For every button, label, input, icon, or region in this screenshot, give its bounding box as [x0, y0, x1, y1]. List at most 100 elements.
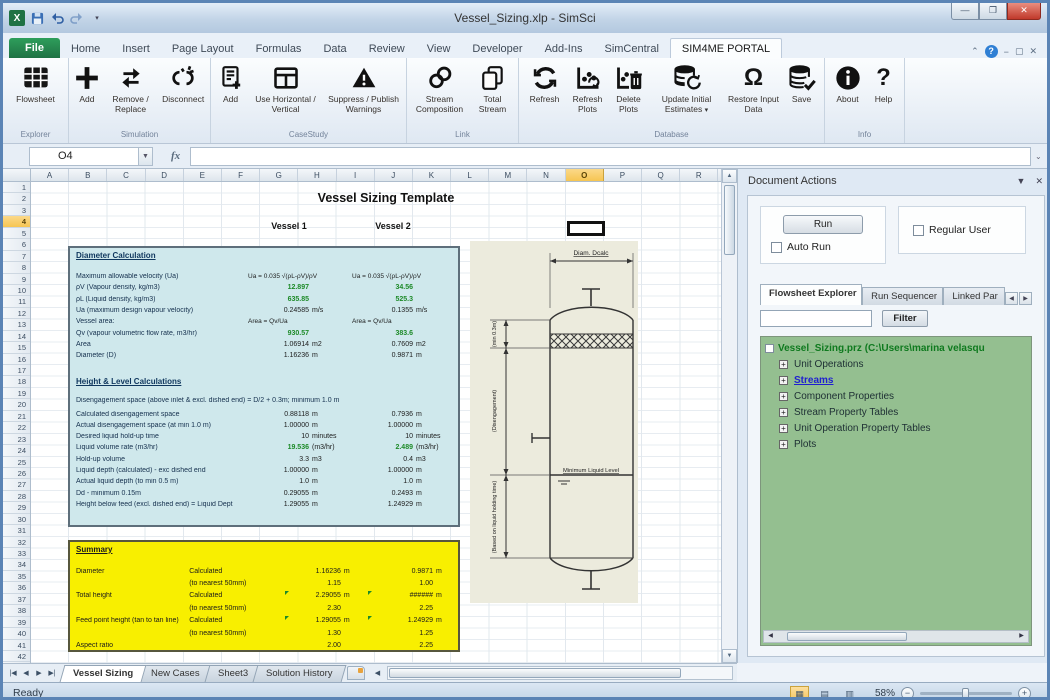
row-header-4[interactable]: 4	[3, 216, 30, 227]
flowsheet-button[interactable]: Flowsheet	[7, 61, 65, 106]
formula-input[interactable]	[190, 147, 1031, 166]
row-header-40[interactable]: 40	[3, 628, 30, 639]
fx-icon[interactable]: fx	[153, 150, 190, 162]
ribbon-tab-review[interactable]: Review	[358, 39, 416, 58]
pane-tab-run-sequencer[interactable]: Run Sequencer	[862, 287, 943, 305]
delete-plots-button[interactable]: Delete Plots	[609, 61, 649, 115]
prev-sheet-icon[interactable]: ◀	[20, 669, 32, 677]
tab-scroll-divider-icon[interactable]: ◀	[371, 669, 383, 677]
row-header-26[interactable]: 26	[3, 468, 30, 479]
column-header-J[interactable]: J	[375, 169, 413, 181]
name-box[interactable]: O4	[29, 147, 139, 166]
column-header-K[interactable]: K	[413, 169, 451, 181]
scroll-up-icon[interactable]: ▲	[722, 169, 737, 183]
add-simulation-button[interactable]: Add	[69, 61, 105, 106]
page-layout-view-icon[interactable]: ▤	[815, 686, 834, 700]
stream-composition-button[interactable]: Stream Composition	[410, 61, 470, 115]
row-header-36[interactable]: 36	[3, 582, 30, 593]
horizontal-scrollbar[interactable]	[387, 666, 733, 680]
expand-plus-icon[interactable]: +	[779, 424, 788, 433]
refresh-button[interactable]: Refresh	[523, 61, 567, 106]
column-header-H[interactable]: H	[298, 169, 336, 181]
column-header-I[interactable]: I	[337, 169, 375, 181]
pane-dropdown-icon[interactable]: ▼	[1017, 176, 1026, 187]
row-header-24[interactable]: 24	[3, 445, 30, 456]
row-header-39[interactable]: 39	[3, 617, 30, 628]
row-header-16[interactable]: 16	[3, 354, 30, 365]
excel-app-icon[interactable]: X	[9, 10, 25, 26]
filter-button[interactable]: Filter	[882, 310, 928, 327]
minimize-button[interactable]: —	[951, 3, 979, 20]
page-break-view-icon[interactable]: ▥	[840, 686, 859, 700]
row-header-21[interactable]: 21	[3, 411, 30, 422]
row-header-8[interactable]: 8	[3, 262, 30, 273]
row-header-5[interactable]: 5	[3, 228, 30, 239]
refresh-plots-button[interactable]: Refresh Plots	[567, 61, 609, 115]
ribbon-tab-developer[interactable]: Developer	[461, 39, 533, 58]
ribbon-tab-view[interactable]: View	[416, 39, 462, 58]
zoom-out-icon[interactable]: −	[901, 687, 914, 700]
workbook-close-icon[interactable]: ✕	[1029, 46, 1037, 57]
help-icon[interactable]: ?	[985, 45, 998, 58]
row-header-2[interactable]: 2	[3, 193, 30, 204]
zoom-slider-thumb[interactable]	[962, 688, 969, 699]
ribbon-tab-page-layout[interactable]: Page Layout	[161, 39, 245, 58]
normal-view-icon[interactable]: ▦	[790, 686, 809, 700]
row-header-18[interactable]: 18	[3, 376, 30, 387]
zoom-in-icon[interactable]: +	[1018, 687, 1031, 700]
ribbon-tab-simcentral[interactable]: SimCentral	[593, 39, 669, 58]
row-header-33[interactable]: 33	[3, 548, 30, 559]
expand-plus-icon[interactable]: +	[779, 440, 788, 449]
column-header-R[interactable]: R	[680, 169, 718, 181]
last-sheet-icon[interactable]: ▶|	[46, 669, 58, 677]
column-header-O[interactable]: O	[566, 169, 604, 181]
summary-box[interactable]: Summary DiameterCalculated1.16236m0.9871…	[68, 540, 460, 652]
expand-plus-icon[interactable]: +	[779, 360, 788, 369]
name-box-dropdown-icon[interactable]: ▼	[139, 147, 153, 166]
row-header-10[interactable]: 10	[3, 285, 30, 296]
vertical-scroll-thumb[interactable]	[724, 185, 735, 255]
calculations-box[interactable]: Diameter Calculation Maximum allowable v…	[68, 246, 460, 527]
rectangle-shape[interactable]	[567, 221, 605, 236]
remove-replace-button[interactable]: Remove / Replace	[105, 61, 157, 115]
row-header-31[interactable]: 31	[3, 525, 30, 536]
column-header-M[interactable]: M	[489, 169, 527, 181]
tree-item-plots[interactable]: +Plots	[765, 436, 1029, 452]
row-header-32[interactable]: 32	[3, 537, 30, 548]
qat-dropdown-icon[interactable]: ▾	[89, 10, 105, 26]
pane-close-icon[interactable]: ✕	[1035, 176, 1043, 187]
row-header-13[interactable]: 13	[3, 319, 30, 330]
redo-icon[interactable]	[69, 10, 85, 26]
row-header-22[interactable]: 22	[3, 422, 30, 433]
column-header-E[interactable]: E	[184, 169, 222, 181]
column-header-C[interactable]: C	[107, 169, 145, 181]
sheet-tab-vessel-sizing[interactable]: Vessel Sizing	[60, 665, 147, 682]
next-sheet-icon[interactable]: ▶	[33, 669, 45, 677]
disconnect-button[interactable]: Disconnect	[156, 61, 210, 106]
zoom-slider[interactable]	[920, 692, 1012, 695]
column-header-A[interactable]: A	[31, 169, 69, 181]
tree-scroll-thumb[interactable]	[787, 632, 907, 641]
ribbon-tab-sim4me-portal[interactable]: SIM4ME PORTAL	[670, 38, 782, 58]
row-header-28[interactable]: 28	[3, 491, 30, 502]
workbook-restore-icon[interactable]: ▢	[1015, 46, 1024, 57]
horizontal-scroll-thumb[interactable]	[389, 668, 681, 678]
total-stream-button[interactable]: Total Stream	[470, 61, 516, 115]
sheet-tab-solution-history[interactable]: Solution History	[252, 665, 345, 682]
restore-input-data-button[interactable]: Ω Restore Input Data	[725, 61, 783, 115]
column-header-N[interactable]: N	[527, 169, 565, 181]
filter-input[interactable]	[760, 310, 872, 327]
row-header-41[interactable]: 41	[3, 640, 30, 651]
expand-plus-icon[interactable]: +	[779, 392, 788, 401]
row-header-30[interactable]: 30	[3, 514, 30, 525]
insert-worksheet-icon[interactable]	[347, 666, 365, 680]
tree-root-checkbox[interactable]	[765, 344, 774, 353]
undo-icon[interactable]	[49, 10, 65, 26]
column-header-P[interactable]: P	[604, 169, 642, 181]
tree-root[interactable]: Vessel_Sizing.prz (C:\Users\marina velas…	[765, 341, 1029, 356]
expand-plus-icon[interactable]: +	[779, 408, 788, 417]
row-header-1[interactable]: 1	[3, 182, 30, 193]
row-header-27[interactable]: 27	[3, 479, 30, 490]
ribbon-tab-data[interactable]: Data	[312, 39, 357, 58]
pane-tab-flowsheet-explorer[interactable]: Flowsheet Explorer	[760, 284, 862, 305]
